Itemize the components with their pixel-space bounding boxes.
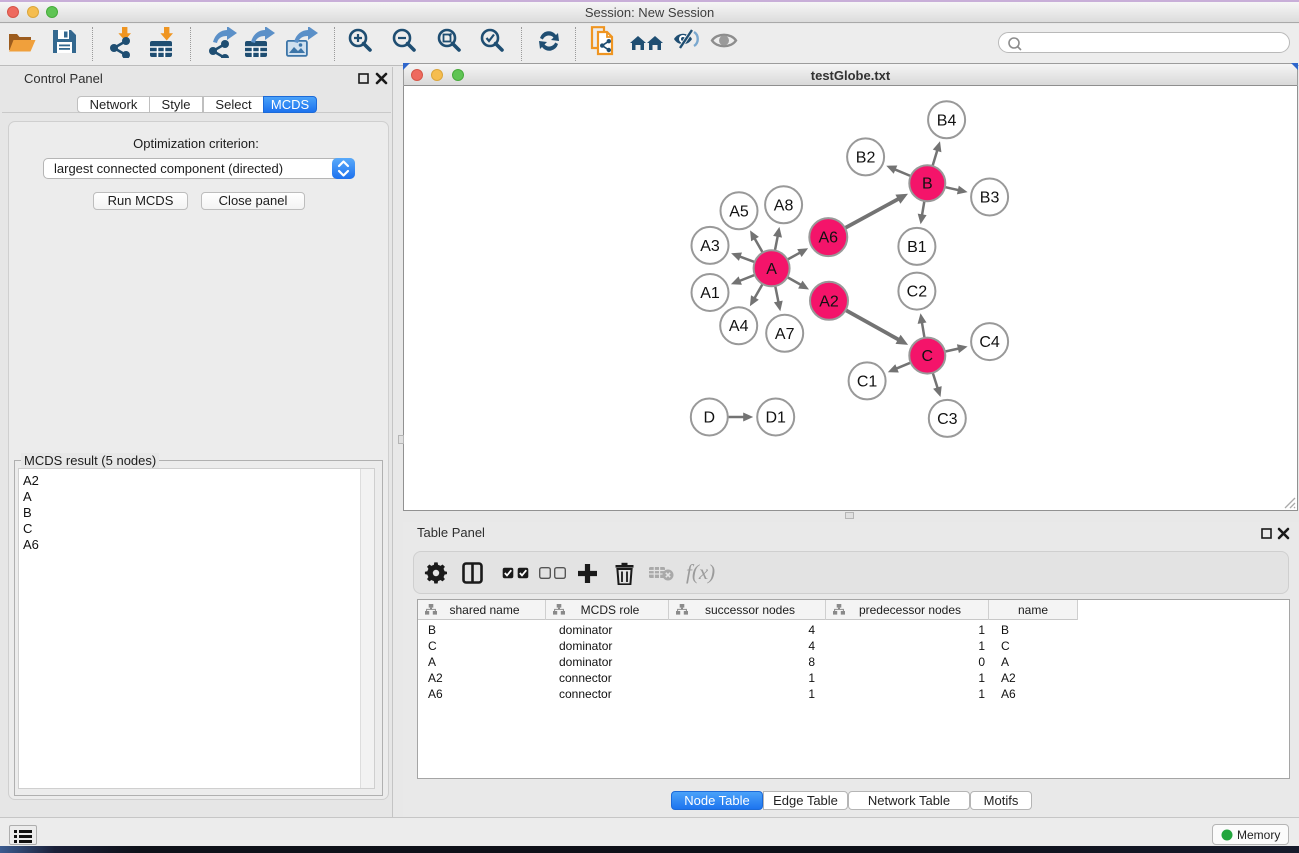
- svg-text:A2: A2: [819, 293, 839, 310]
- svg-text:A3: A3: [700, 238, 720, 255]
- svg-text:A4: A4: [729, 318, 749, 335]
- svg-text:B: B: [922, 176, 933, 193]
- svg-text:D1: D1: [765, 410, 786, 427]
- svg-text:B1: B1: [907, 239, 927, 256]
- svg-text:B2: B2: [856, 149, 876, 166]
- svg-text:A8: A8: [774, 197, 794, 214]
- svg-text:A5: A5: [729, 203, 749, 220]
- svg-text:C3: C3: [937, 411, 958, 428]
- svg-text:B4: B4: [937, 112, 957, 129]
- svg-text:A1: A1: [700, 285, 720, 302]
- svg-text:C: C: [922, 348, 934, 365]
- svg-text:C1: C1: [857, 373, 878, 390]
- svg-text:C2: C2: [907, 284, 928, 301]
- svg-text:B3: B3: [980, 190, 1000, 207]
- svg-text:A: A: [766, 261, 777, 278]
- svg-text:A7: A7: [775, 326, 795, 343]
- svg-text:A6: A6: [819, 230, 839, 247]
- svg-text:C4: C4: [979, 334, 1000, 351]
- svg-text:D: D: [704, 410, 716, 427]
